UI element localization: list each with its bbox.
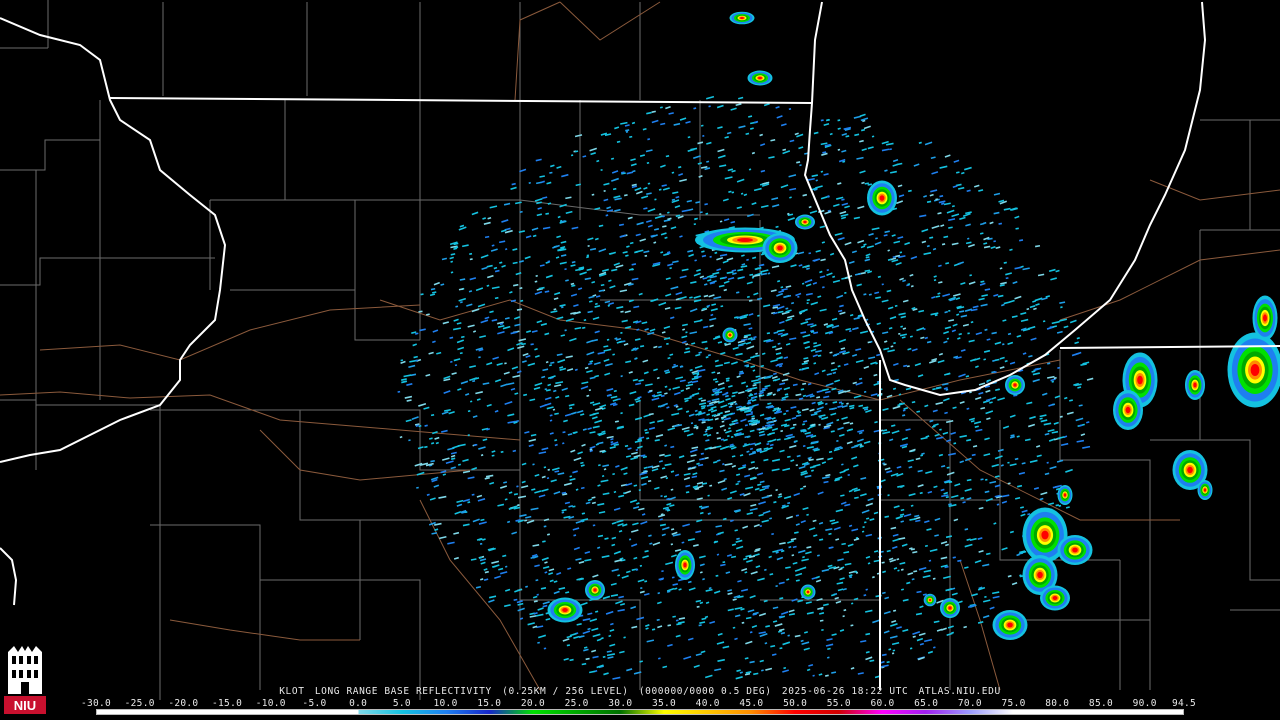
storm-cell-layer bbox=[1263, 314, 1267, 322]
storm-cell-layer bbox=[737, 238, 753, 242]
storm-cell-layer bbox=[948, 606, 952, 610]
colorbar-tick-label: 5.0 bbox=[392, 698, 411, 709]
storm-cell-layer bbox=[562, 608, 568, 612]
storm-cell-layer bbox=[803, 220, 807, 224]
colorbar-tick-label: 20.0 bbox=[520, 698, 545, 709]
colorbar-tick-label: -10.0 bbox=[255, 698, 286, 709]
resolution-label: (0.25KM / 256 LEVEL) bbox=[502, 686, 629, 697]
storm-cell-layer bbox=[1013, 383, 1017, 387]
storm-cell-layer bbox=[1187, 466, 1193, 474]
storm-cell-layer bbox=[683, 562, 687, 568]
product-caption: KLOT LONG RANGE BASE REFLECTIVITY (0.25K… bbox=[0, 686, 1280, 697]
station-id: KLOT bbox=[279, 686, 305, 697]
reflectivity-colorbar bbox=[96, 709, 1184, 715]
colorbar-tick-label: -5.0 bbox=[302, 698, 327, 709]
storm-cell-layer bbox=[929, 599, 931, 601]
storm-cell-layer bbox=[777, 245, 783, 251]
product-description: LONG RANGE BASE REFLECTIVITY bbox=[314, 686, 492, 697]
storm-cell-layer bbox=[1037, 571, 1043, 579]
storm-cell-layer bbox=[740, 17, 744, 19]
colorbar-tick-label: 94.5 bbox=[1171, 698, 1197, 709]
colorbar-tick-label: -20.0 bbox=[168, 698, 199, 709]
colorbar-tick-label: 40.0 bbox=[695, 698, 720, 709]
timestamp: 2025-06-26 18:22 UTC bbox=[781, 686, 909, 697]
storm-cell-layer bbox=[1041, 530, 1049, 540]
colorbar-tick-label: 60.0 bbox=[870, 698, 895, 709]
colorbar-tick-label: 65.0 bbox=[914, 698, 939, 709]
colorbar-tick-label: 55.0 bbox=[826, 698, 851, 709]
colorbar-tick-label: 25.0 bbox=[564, 698, 589, 709]
storm-cell-layer bbox=[1063, 493, 1067, 497]
colorbar-tick-label: 30.0 bbox=[608, 698, 633, 709]
colorbar-tick-label: -25.0 bbox=[124, 698, 155, 709]
radar-site-marker bbox=[736, 394, 748, 406]
storm-cell-layer bbox=[1007, 622, 1013, 628]
storm-cell-layer bbox=[1125, 406, 1131, 414]
storm-cell-layer bbox=[1052, 596, 1058, 600]
storm-cell-layer bbox=[758, 76, 762, 80]
colorbar-tick-label: 90.0 bbox=[1132, 698, 1157, 709]
colorbar-tick-label: 10.0 bbox=[433, 698, 458, 709]
storm-cell-layer bbox=[728, 333, 732, 337]
volume-label: (000000/0000 0.5 DEG) bbox=[638, 686, 772, 697]
colorbar-tick-label: 45.0 bbox=[739, 698, 764, 709]
storm-cell-layer bbox=[1250, 364, 1260, 376]
colorbar-ticks: -30.0 -25.0 -20.0 -15.0 -10.0 -5.0 0.0 5.0 10.0 1… bbox=[81, 698, 1196, 709]
storm-cell-layer bbox=[879, 195, 885, 201]
colorbar-tick-label: -15.0 bbox=[212, 698, 243, 709]
storm-cell-layer bbox=[1203, 488, 1207, 492]
storm-cell-layer bbox=[1193, 382, 1197, 388]
niu-logo-text: NIU bbox=[14, 698, 36, 713]
colorbar-tick-label: 15.0 bbox=[477, 698, 502, 709]
colorbar-tick-label: 0.0 bbox=[349, 698, 368, 709]
colorbar-tick-label: 35.0 bbox=[651, 698, 677, 709]
source-url: ATLAS.NIU.EDU bbox=[918, 686, 1001, 697]
niu-logo-icon: NIU bbox=[4, 646, 46, 714]
radar-map bbox=[0, 0, 1280, 720]
storm-cell-layer bbox=[1137, 375, 1143, 385]
storm-cell-layer bbox=[806, 590, 810, 594]
storm-cell-layer bbox=[593, 588, 597, 592]
colorbar-tick-label: 80.0 bbox=[1045, 698, 1070, 709]
storm-cell-layer bbox=[1072, 547, 1078, 553]
colorbar-tick-label: 50.0 bbox=[783, 698, 808, 709]
colorbar-tick-label: 70.0 bbox=[957, 698, 982, 709]
colorbar-tick-label: -30.0 bbox=[80, 698, 112, 709]
colorbar-tick-label: 85.0 bbox=[1088, 698, 1114, 709]
colorbar-tick-label: 75.0 bbox=[1001, 698, 1026, 709]
